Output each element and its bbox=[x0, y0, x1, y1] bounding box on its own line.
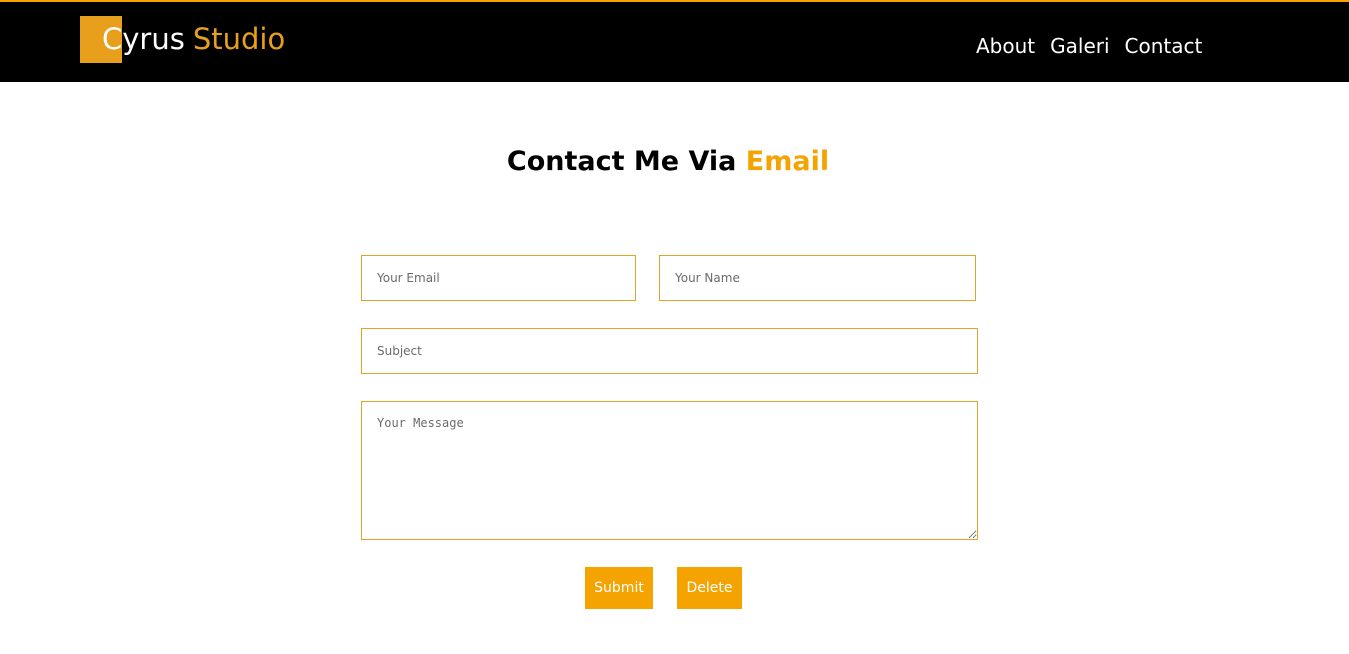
message-textarea[interactable] bbox=[361, 401, 978, 540]
nav-link-about[interactable]: About bbox=[976, 32, 1035, 60]
subject-input[interactable] bbox=[361, 328, 978, 374]
nav-link-galeri[interactable]: Galeri bbox=[1050, 32, 1109, 60]
page-title: Contact Me Via Email bbox=[0, 145, 1336, 179]
name-input[interactable] bbox=[659, 255, 976, 301]
logo-text-first: Cyrus bbox=[102, 22, 185, 56]
submit-button[interactable]: Submit bbox=[585, 567, 653, 609]
main-nav: About Galeri Contact bbox=[976, 32, 1202, 60]
logo-text: Cyrus Studio bbox=[102, 15, 285, 63]
page-title-accent: Email bbox=[745, 146, 830, 177]
delete-button[interactable]: Delete bbox=[677, 567, 742, 609]
site-logo[interactable]: Cyrus Studio bbox=[80, 15, 285, 63]
site-header: Cyrus Studio About Galeri Contact bbox=[0, 2, 1349, 82]
logo-text-second: Studio bbox=[192, 22, 286, 56]
page-title-prefix: Contact Me Via bbox=[506, 146, 737, 177]
nav-link-contact[interactable]: Contact bbox=[1125, 32, 1203, 60]
email-input[interactable] bbox=[361, 255, 636, 301]
